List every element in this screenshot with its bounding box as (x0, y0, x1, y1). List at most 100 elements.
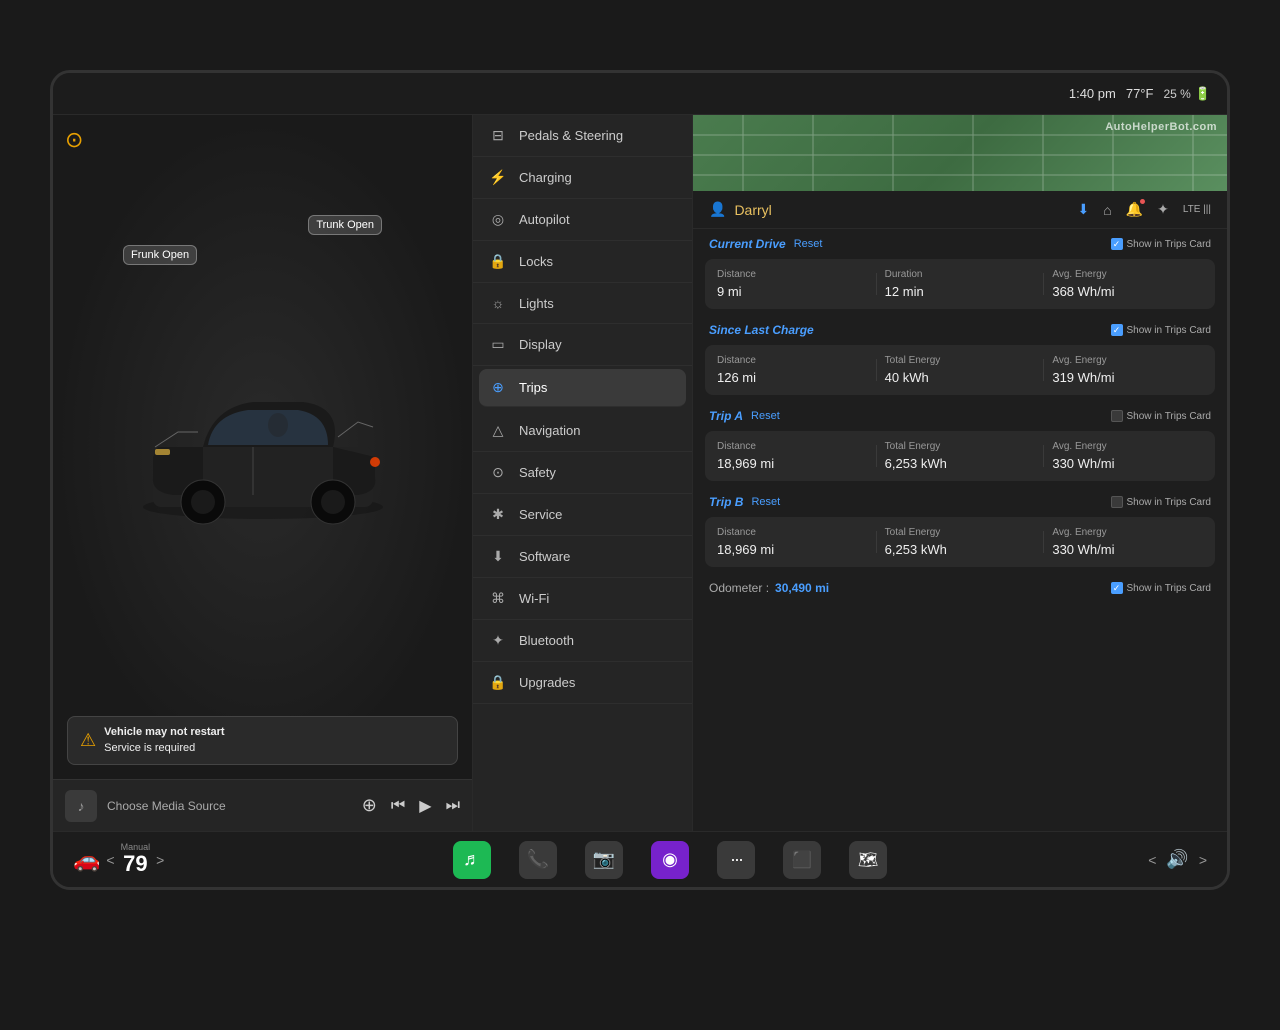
settings-item-autopilot[interactable]: ◎ Autopilot (473, 199, 692, 241)
map-app-button[interactable]: 🗺 (849, 841, 887, 879)
lights-icon: ☼ (489, 295, 507, 311)
odometer-value: 30,490 mi (775, 581, 829, 595)
settings-item-lights[interactable]: ☼ Lights (473, 283, 692, 324)
radio-app-button[interactable]: ◉ (651, 841, 689, 879)
trunk-label: Trunk Open (308, 215, 382, 235)
odometer-checkbox[interactable]: ✓ (1111, 582, 1123, 594)
trip-a-reset-button[interactable]: Reset (751, 410, 780, 422)
warning-triangle-icon: ⚠ (80, 730, 96, 751)
warning-text: Vehicle may not restart Service is requi… (104, 725, 224, 756)
current-drive-checkbox[interactable]: ✓ (1111, 238, 1123, 250)
settings-item-software[interactable]: ⬇ Software (473, 536, 692, 578)
since-last-charge-checkbox[interactable]: ✓ (1111, 324, 1123, 336)
safety-icon: ⊙ (489, 464, 507, 481)
settings-label-navigation: Navigation (519, 423, 580, 438)
temp-nav-right[interactable]: > (156, 852, 164, 868)
trips-panel: AutoHelperBot.com 👤 Darr (693, 115, 1227, 831)
settings-item-safety[interactable]: ⊙ Safety (473, 452, 692, 494)
settings-label-wifi: Wi-Fi (519, 591, 549, 606)
settings-item-wifi[interactable]: ⌘ Wi-Fi (473, 578, 692, 620)
settings-item-navigation[interactable]: △ Navigation (473, 410, 692, 452)
car-svg (123, 347, 403, 547)
current-drive-reset-button[interactable]: Reset (794, 238, 823, 250)
settings-item-trips[interactable]: ⊕ Trips (479, 369, 686, 407)
car-bottom-icon[interactable]: 🚗 (73, 847, 100, 873)
settings-item-service[interactable]: ✱ Service (473, 494, 692, 536)
trip-b-show-label: Show in Trips Card (1127, 497, 1211, 508)
trips-icon: ⊕ (489, 379, 507, 396)
temp-nav-left[interactable]: < (106, 852, 114, 868)
app2-button[interactable]: ⬛ (783, 841, 821, 879)
bell-icon[interactable]: 🔔 (1126, 201, 1143, 218)
trip-a-show-trips[interactable]: Show in Trips Card (1111, 410, 1211, 422)
current-drive-duration-value: 12 min (885, 284, 1036, 299)
apps-dots-button[interactable]: ··· (717, 841, 755, 879)
current-drive-duration-label: Duration (885, 269, 1036, 280)
user-profile-icon: 👤 (709, 201, 726, 218)
current-drive-energy: Avg. Energy 368 Wh/mi (1052, 269, 1203, 299)
volume-nav-right[interactable]: > (1199, 852, 1207, 868)
trip-b-avg-energy-value: 330 Wh/mi (1052, 542, 1203, 557)
odometer-row: Odometer : 30,490 mi ✓ Show in Trips Car… (693, 573, 1227, 603)
map-icon: 🗺 (858, 850, 878, 870)
bluetooth-status-icon: ✦ (1157, 201, 1169, 218)
settings-item-pedals[interactable]: ⊟ Pedals & Steering (473, 115, 692, 157)
temperature-display: 77°F (1126, 86, 1154, 101)
spotify-app-button[interactable]: ♬ (453, 841, 491, 879)
divider6 (1043, 445, 1044, 467)
settings-item-charging[interactable]: ⚡ Charging (473, 157, 692, 199)
current-drive-show-trips[interactable]: ✓ Show in Trips Card (1111, 238, 1211, 250)
trip-b-reset-button[interactable]: Reset (751, 496, 780, 508)
media-add-button[interactable]: ⊕ (362, 795, 377, 816)
top-bar: 1:40 pm 77°F 25 % 🔋 (53, 73, 1227, 115)
current-drive-energy-value: 368 Wh/mi (1052, 284, 1203, 299)
volume-nav-left[interactable]: < (1148, 852, 1156, 868)
trip-b-show-trips[interactable]: Show in Trips Card (1111, 496, 1211, 508)
settings-item-locks[interactable]: 🔒 Locks (473, 241, 692, 283)
settings-label-lights: Lights (519, 296, 554, 311)
since-last-charge-show-trips[interactable]: ✓ Show in Trips Card (1111, 324, 1211, 336)
settings-panel: ⊟ Pedals & Steering ⚡ Charging ◎ Autopil… (473, 115, 693, 831)
home-icon[interactable]: ⌂ (1103, 202, 1111, 218)
bottom-center: ♬ 📞 📷 ◉ ··· ⬛ 🗺 (273, 841, 1067, 879)
settings-item-upgrades[interactable]: 🔒 Upgrades (473, 662, 692, 704)
settings-label-upgrades: Upgrades (519, 675, 575, 690)
camera-app-button[interactable]: 📷 (585, 841, 623, 879)
settings-label-display: Display (519, 337, 562, 352)
trip-a-distance-value: 18,969 mi (717, 456, 868, 471)
volume-icon[interactable]: 🔊 (1166, 849, 1188, 870)
trip-a-checkbox[interactable] (1111, 410, 1123, 422)
settings-item-bluetooth[interactable]: ✦ Bluetooth (473, 620, 692, 662)
trip-b-checkbox[interactable] (1111, 496, 1123, 508)
media-next-button[interactable]: ⏭ (446, 797, 460, 815)
phone-app-button[interactable]: 📞 (519, 841, 557, 879)
trip-a-header: Trip A Reset Show in Trips Card (693, 401, 1227, 427)
main-content: ⊙ Frunk Open Trunk Open (53, 115, 1227, 831)
media-controls: ⊕ ⏮ ▶ ⏭ (362, 795, 460, 816)
trip-b-total-energy: Total Energy 6,253 kWh (885, 527, 1036, 557)
divider3 (876, 359, 877, 381)
since-last-charge-show-label: Show in Trips Card (1127, 325, 1211, 336)
temp-value-display: 79 (121, 852, 151, 876)
lte-icon: LTE ||| (1183, 204, 1211, 215)
warning-subtitle: Service is required (104, 742, 195, 754)
radio-icon: ◉ (662, 849, 678, 870)
warning-banner: ⚠ Vehicle may not restart Service is req… (67, 716, 458, 765)
current-drive-card: Distance 9 mi Duration 12 min Avg. Energ… (705, 259, 1215, 309)
download-icon[interactable]: ⬇ (1077, 201, 1089, 218)
media-play-button[interactable]: ▶ (419, 796, 431, 816)
current-drive-distance-value: 9 mi (717, 284, 868, 299)
bottom-right: < 🔊 > (1067, 849, 1207, 870)
car-panel: ⊙ Frunk Open Trunk Open (53, 115, 473, 831)
media-prev-button[interactable]: ⏮ (391, 797, 405, 815)
header-icons: ⬇ ⌂ 🔔 ✦ LTE ||| (1077, 201, 1211, 218)
since-last-charge-header: Since Last Charge ✓ Show in Trips Card (693, 315, 1227, 341)
odometer-show-trips[interactable]: ✓ Show in Trips Card (1111, 582, 1211, 594)
media-title[interactable]: Choose Media Source (107, 799, 352, 813)
map-grid (693, 115, 1227, 191)
current-drive-distance-label: Distance (717, 269, 868, 280)
temperature-control: Manual 79 (121, 842, 151, 876)
settings-label-safety: Safety (519, 465, 556, 480)
bottom-bar: 🚗 < Manual 79 > ♬ 📞 📷 ◉ (53, 831, 1227, 887)
settings-item-display[interactable]: ▭ Display (473, 324, 692, 366)
